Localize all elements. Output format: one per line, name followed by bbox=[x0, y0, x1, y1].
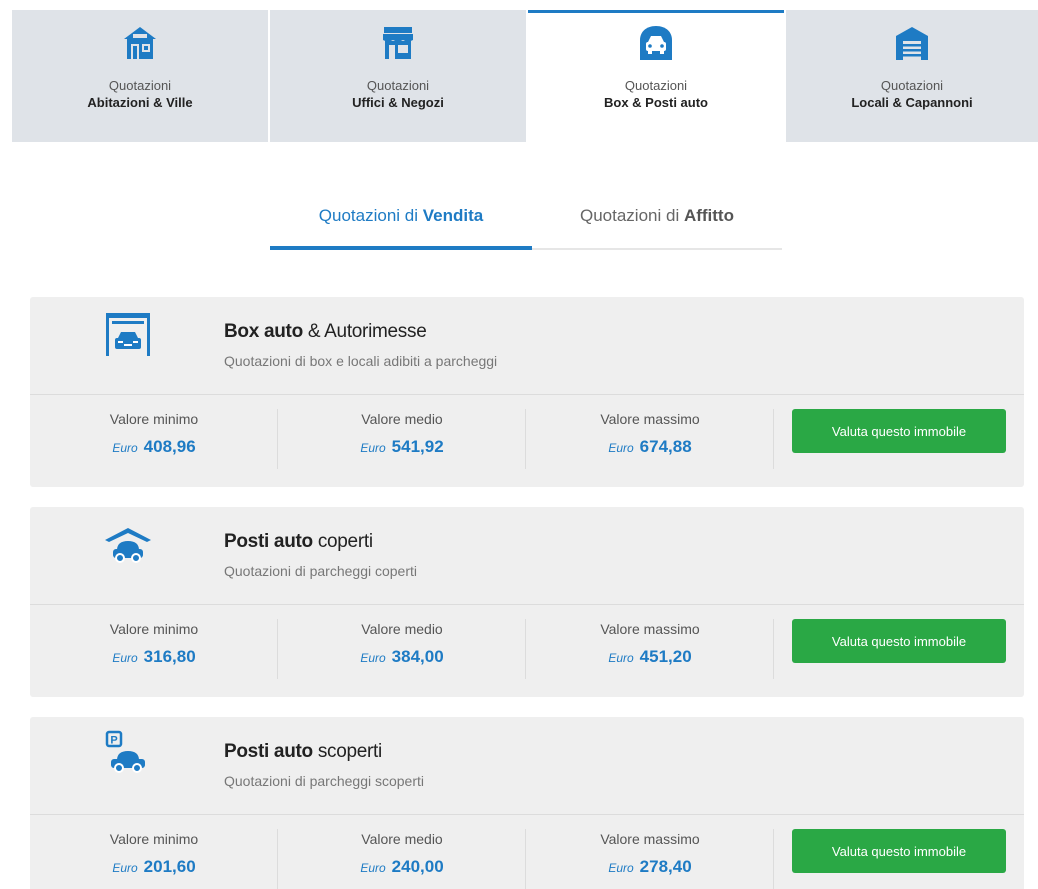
value-min-label: Valore minimo bbox=[109, 411, 199, 427]
svg-text:P: P bbox=[110, 735, 117, 747]
value-max: Valore massimo Euro 278,40 bbox=[526, 815, 774, 889]
valuta-immobile-button[interactable]: Valuta questo immobile bbox=[792, 619, 1006, 663]
currency-label: Euro bbox=[112, 651, 138, 665]
value-avg-number: 541,92 bbox=[391, 437, 444, 456]
value-min: Valore minimo Euro 316,80 bbox=[30, 605, 278, 697]
value-max-label: Valore massimo bbox=[600, 831, 700, 847]
value-min: Valore minimo Euro 201,60 bbox=[30, 815, 278, 889]
value-max-number: 674,88 bbox=[639, 437, 692, 456]
value-min-amount: Euro 316,80 bbox=[30, 647, 278, 667]
currency-label: Euro bbox=[112, 861, 138, 875]
card-title-bold: Posti auto bbox=[224, 741, 313, 762]
value-max: Valore massimo Euro 674,88 bbox=[526, 395, 774, 487]
value-max-number: 278,40 bbox=[639, 857, 692, 876]
tab-vendita[interactable]: Quotazioni di Vendita bbox=[270, 190, 532, 250]
value-min-amount: Euro 201,60 bbox=[30, 857, 278, 877]
card-title-rest: scoperti bbox=[312, 741, 382, 762]
tab-label-line2: Locali & Capannoni bbox=[851, 95, 973, 110]
currency-label: Euro bbox=[608, 861, 634, 875]
value-min: Valore minimo Euro 408,96 bbox=[30, 395, 278, 487]
card-values: Valore minimo Euro 316,80 Valore medio Eu… bbox=[30, 605, 1024, 697]
value-min-number: 316,80 bbox=[143, 647, 196, 666]
value-avg-label: Valore medio bbox=[361, 411, 443, 427]
open-parking-icon: P bbox=[100, 727, 156, 783]
card-title: Posti auto coperti bbox=[224, 531, 373, 553]
value-avg: Valore medio Euro 384,00 bbox=[278, 605, 526, 697]
covered-parking-icon bbox=[100, 517, 156, 573]
card-posti-auto-coperti: Posti auto coperti Quotazioni di parcheg… bbox=[30, 507, 1024, 697]
tab-label-line1: Quotazioni bbox=[880, 78, 944, 93]
card-box-auto: Box auto & Autorimesse Quotazioni di box… bbox=[30, 297, 1024, 487]
value-min-number: 201,60 bbox=[143, 857, 196, 876]
tab-abitazioni-ville[interactable]: Quotazioni Abitazioni & Ville bbox=[12, 10, 268, 142]
currency-label: Euro bbox=[608, 441, 634, 455]
currency-label: Euro bbox=[112, 441, 138, 455]
tab-label-line2: Uffici & Negozi bbox=[352, 95, 444, 110]
quotation-type-tabs: Quotazioni di Vendita Quotazioni di Affi… bbox=[270, 190, 782, 250]
currency-label: Euro bbox=[360, 861, 386, 875]
house-icon bbox=[121, 24, 159, 62]
value-avg-amount: Euro 541,92 bbox=[278, 437, 526, 457]
tab-bold: Vendita bbox=[422, 206, 484, 225]
currency-label: Euro bbox=[360, 441, 386, 455]
value-avg-number: 240,00 bbox=[391, 857, 444, 876]
value-avg-label: Valore medio bbox=[361, 831, 443, 847]
value-max: Valore massimo Euro 451,20 bbox=[526, 605, 774, 697]
card-subtitle: Quotazioni di parcheggi scoperti bbox=[224, 773, 425, 789]
card-title: Posti auto scoperti bbox=[224, 741, 382, 763]
value-max-amount: Euro 278,40 bbox=[526, 857, 774, 877]
valuta-immobile-button[interactable]: Valuta questo immobile bbox=[792, 829, 1006, 873]
shop-icon bbox=[379, 24, 417, 62]
tab-locali-capannoni[interactable]: Quotazioni Locali & Capannoni bbox=[786, 10, 1038, 142]
value-max-number: 451,20 bbox=[639, 647, 692, 666]
tab-label-line1: Quotazioni bbox=[108, 78, 172, 93]
tab-uffici-negozi[interactable]: Quotazioni Uffici & Negozi bbox=[270, 10, 526, 142]
category-tabs: Quotazioni Abitazioni & Ville Quotazioni… bbox=[12, 10, 1038, 142]
currency-label: Euro bbox=[608, 651, 634, 665]
card-posti-auto-scoperti: P Posti auto scoperti Quotazioni di parc… bbox=[30, 717, 1024, 889]
card-subtitle: Quotazioni di parcheggi coperti bbox=[224, 563, 418, 579]
garage-car-icon bbox=[637, 24, 675, 62]
value-avg: Valore medio Euro 541,92 bbox=[278, 395, 526, 487]
tab-label-line2: Abitazioni & Ville bbox=[87, 95, 193, 110]
tab-label-line2: Box & Posti auto bbox=[603, 95, 708, 110]
card-title: Box auto & Autorimesse bbox=[224, 321, 427, 343]
value-avg-label: Valore medio bbox=[361, 621, 443, 637]
value-max-label: Valore massimo bbox=[600, 621, 700, 637]
value-min-number: 408,96 bbox=[143, 437, 196, 456]
value-avg-number: 384,00 bbox=[391, 647, 444, 666]
card-title-bold: Box auto bbox=[224, 321, 303, 342]
card-header: P Posti auto scoperti Quotazioni di parc… bbox=[30, 717, 1024, 815]
value-max-amount: Euro 674,88 bbox=[526, 437, 774, 457]
tab-prefix: Quotazioni di bbox=[580, 206, 684, 225]
card-title-rest: coperti bbox=[312, 531, 373, 552]
card-values: Valore minimo Euro 408,96 Valore medio Eu… bbox=[30, 395, 1024, 487]
value-min-label: Valore minimo bbox=[109, 831, 199, 847]
tab-box-posti-auto[interactable]: Quotazioni Box & Posti auto bbox=[528, 10, 784, 142]
value-avg: Valore medio Euro 240,00 bbox=[278, 815, 526, 889]
tab-affitto[interactable]: Quotazioni di Affitto bbox=[532, 190, 782, 250]
card-title-rest: & Autorimesse bbox=[302, 321, 427, 342]
card-values: Valore minimo Euro 201,60 Valore medio Eu… bbox=[30, 815, 1024, 889]
value-max-amount: Euro 451,20 bbox=[526, 647, 774, 667]
card-header: Posti auto coperti Quotazioni di parcheg… bbox=[30, 507, 1024, 605]
warehouse-icon bbox=[893, 24, 931, 62]
currency-label: Euro bbox=[360, 651, 386, 665]
tab-bold: Affitto bbox=[683, 206, 734, 225]
card-title-bold: Posti auto bbox=[224, 531, 313, 552]
card-header: Box auto & Autorimesse Quotazioni di box… bbox=[30, 297, 1024, 395]
box-garage-icon bbox=[100, 307, 156, 363]
value-avg-amount: Euro 384,00 bbox=[278, 647, 526, 667]
valuta-immobile-button[interactable]: Valuta questo immobile bbox=[792, 409, 1006, 453]
tab-prefix: Quotazioni di bbox=[318, 206, 423, 225]
card-subtitle: Quotazioni di box e locali adibiti a par… bbox=[224, 353, 498, 369]
value-min-label: Valore minimo bbox=[109, 621, 199, 637]
value-min-amount: Euro 408,96 bbox=[30, 437, 278, 457]
value-max-label: Valore massimo bbox=[600, 411, 700, 427]
tab-label-line1: Quotazioni bbox=[366, 78, 430, 93]
tab-label-line1: Quotazioni bbox=[624, 78, 688, 93]
value-avg-amount: Euro 240,00 bbox=[278, 857, 526, 877]
